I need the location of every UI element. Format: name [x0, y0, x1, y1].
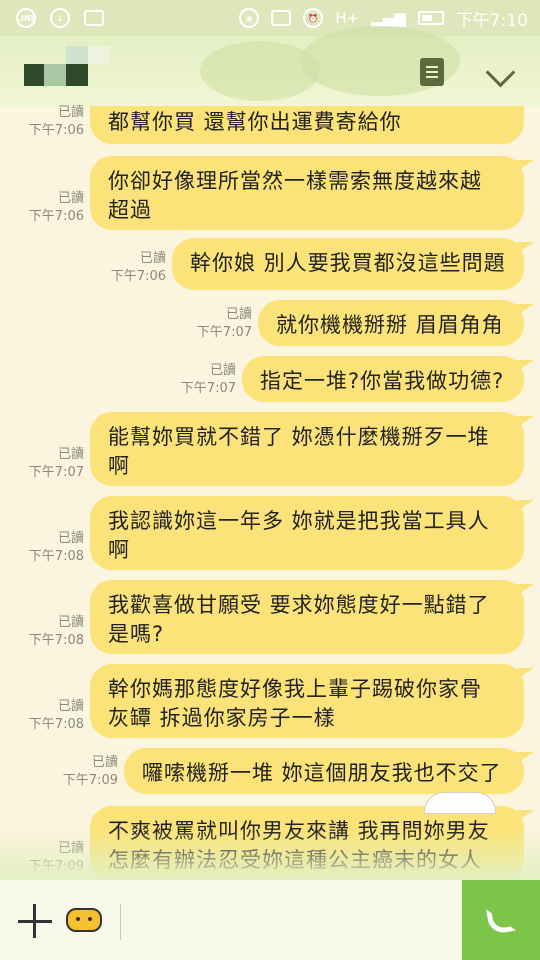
- status-bar: LINE ↓ ◉ ⏰ H+ ▂▄▆ 下午7:10: [0, 0, 540, 36]
- message-text-line: 我歡喜做甘願受 要求妳態度好一點錯了: [108, 593, 490, 617]
- message-time: 下午7:07: [196, 325, 252, 340]
- message-text-line: 都幫你買 還幫你出運費寄給你: [108, 110, 402, 134]
- message-text-line: 是嗎?: [108, 622, 165, 646]
- sheep-decoration: [424, 792, 496, 814]
- message-text-line: 超過: [108, 198, 152, 222]
- message-text-line: 你卻好像理所當然一樣需索無度越來越: [108, 169, 482, 193]
- battery-icon: [417, 11, 444, 25]
- line-app-icon: LINE: [16, 8, 36, 28]
- message-bubble[interactable]: 我認識妳這一年多 妳就是把我當工具人啊: [90, 496, 524, 570]
- message-text-line: 囉嗦機掰一堆 妳這個朋友我也不交了: [142, 761, 502, 785]
- alarm-icon: ⏰: [303, 8, 324, 28]
- message-meta: 已讀下午7:08: [12, 614, 84, 650]
- message-time: 下午7:07: [180, 381, 236, 396]
- read-receipt: 已讀: [57, 615, 84, 630]
- grass-decoration: [0, 830, 540, 880]
- message-bubble[interactable]: 囉嗦機掰一堆 妳這個朋友我也不交了: [124, 748, 524, 794]
- message-meta: 已讀下午7:08: [12, 530, 84, 566]
- message-text-line: 啊: [108, 454, 130, 478]
- call-button[interactable]: [462, 880, 540, 960]
- message-text-line: 灰罈 拆過你家房子一樣: [108, 706, 336, 730]
- message-meta: 已讀下午7:07: [12, 446, 84, 482]
- message-bubble[interactable]: 幹你媽那態度好像我上輩子踢破你家骨 灰罈 拆過你家房子一樣: [90, 664, 524, 738]
- message-text-line: 指定一堆?你當我做功德?: [260, 369, 505, 393]
- message-bubble[interactable]: 指定一堆?你當我做功德?: [242, 356, 524, 402]
- contact-name-pixelated: [24, 64, 44, 86]
- chat-header: [0, 26, 540, 106]
- bee-sticker-icon[interactable]: [66, 908, 102, 932]
- rotate-icon: [271, 10, 292, 26]
- message-text-line: 幹你娘 別人要我買都沒這些問題: [190, 251, 506, 275]
- menu-button[interactable]: [420, 58, 444, 86]
- message-meta: 已讀下午7:07: [180, 306, 252, 342]
- chevron-down-icon[interactable]: [485, 57, 516, 88]
- phone-icon: [485, 904, 517, 936]
- message-bubble[interactable]: 我歡喜做甘願受 要求妳態度好一點錯了 是嗎?: [90, 580, 524, 654]
- message-time: 下午7:06: [110, 269, 166, 284]
- message-text-line: 我認識妳這一年多 妳就是把我當工具人: [108, 509, 490, 533]
- network-type: H+: [335, 9, 360, 27]
- message-time: 下午7:09: [62, 773, 118, 788]
- message-text-line: 就你機機掰掰 眉眉角角: [276, 313, 504, 337]
- message-bubble[interactable]: 就你機機掰掰 眉眉角角: [258, 300, 524, 346]
- input-bar: [0, 880, 540, 960]
- message-meta: 已讀下午7:06: [94, 250, 166, 286]
- message-bubble[interactable]: 你卻好像理所當然一樣需索無度越來越 超過: [90, 156, 524, 230]
- read-receipt: 已讀: [139, 251, 166, 266]
- message-time: 下午7:06: [28, 209, 84, 224]
- message-text-line: 能幫妳買就不錯了 妳憑什麼機掰歹一堆: [108, 425, 490, 449]
- message-time: 下午7:08: [28, 633, 84, 648]
- message-meta: 已讀下午7:07: [164, 362, 236, 398]
- message-time: 下午7:06: [28, 123, 84, 138]
- read-receipt: 已讀: [57, 531, 84, 546]
- read-receipt: 已讀: [225, 307, 252, 322]
- image-icon: [84, 10, 104, 26]
- message-time: 下午7:08: [28, 717, 84, 732]
- read-receipt: 已讀: [91, 755, 118, 770]
- message-text-line: 啊: [108, 538, 130, 562]
- read-receipt: 已讀: [57, 105, 84, 120]
- message-text-line: 幹你媽那態度好像我上輩子踢破你家骨: [108, 677, 482, 701]
- hotspot-icon: ◉: [239, 8, 260, 28]
- message-time: 下午7:08: [28, 549, 84, 564]
- input-divider: [120, 904, 121, 940]
- message-bubble[interactable]: 能幫妳買就不錯了 妳憑什麼機掰歹一堆啊: [90, 412, 524, 486]
- read-receipt: 已讀: [57, 191, 84, 206]
- clock: 下午7:10: [455, 10, 528, 31]
- message-bubble[interactable]: 幹你娘 別人要我買都沒這些問題: [172, 238, 524, 290]
- download-icon: ↓: [50, 8, 70, 28]
- message-bubble[interactable]: 都幫你買 還幫你出運費寄給你: [90, 106, 524, 144]
- message-meta: 已讀下午7:06: [12, 190, 84, 226]
- message-meta: 已讀下午7:09: [46, 754, 118, 790]
- message-meta: 已讀下午7:08: [12, 698, 84, 734]
- signal-icon: ▂▄▆: [371, 9, 406, 27]
- message-meta: 已讀下午7:06: [12, 104, 84, 140]
- read-receipt: 已讀: [209, 363, 236, 378]
- message-time: 下午7:07: [28, 465, 84, 480]
- read-receipt: 已讀: [57, 447, 84, 462]
- read-receipt: 已讀: [57, 699, 84, 714]
